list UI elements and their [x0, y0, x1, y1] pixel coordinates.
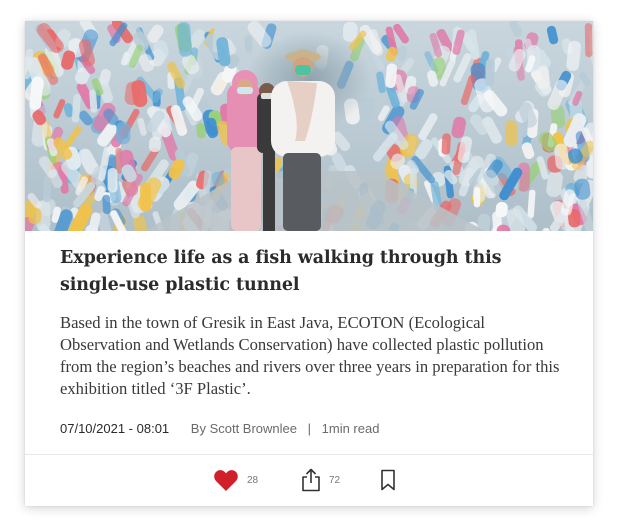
article-headline[interactable]: Experience life as a fish walking throug…	[60, 245, 560, 299]
publish-date: 07/10/2021 - 08:01	[60, 421, 170, 436]
article-meta: 07/10/2021 - 08:01 By Scott Brownlee | 1…	[60, 421, 379, 436]
bottle-texture	[441, 133, 451, 155]
read-time: 1min read	[321, 421, 380, 436]
bottle-texture	[584, 23, 593, 58]
article-card[interactable]: Experience life as a fish walking throug…	[25, 21, 593, 506]
share-icon	[302, 468, 320, 492]
article-hero-image[interactable]	[25, 21, 593, 231]
bottle-texture	[115, 121, 131, 145]
bookmark-icon	[381, 469, 395, 491]
share-button[interactable]: 72	[301, 467, 340, 493]
like-count: 28	[247, 474, 259, 486]
bottle-texture	[102, 194, 111, 215]
bottle-texture	[485, 58, 495, 87]
author-byline[interactable]: By Scott Brownlee	[191, 421, 297, 436]
meta-separator: |	[307, 421, 312, 436]
bottle-texture	[177, 21, 192, 57]
share-count: 72	[329, 474, 341, 486]
heart-icon	[214, 470, 238, 491]
article-summary: Based in the town of Gresik in East Java…	[60, 313, 560, 398]
bookmark-button[interactable]	[380, 467, 396, 493]
visitor-left	[227, 70, 261, 231]
bottle-texture	[148, 136, 162, 153]
like-button[interactable]: 28	[213, 467, 258, 493]
bottle-texture	[473, 187, 481, 208]
bottle-texture	[28, 207, 42, 225]
bottle-texture	[42, 175, 52, 203]
bottle-texture	[505, 120, 518, 147]
bottle-texture	[107, 167, 118, 193]
bottle-texture	[536, 66, 550, 90]
article-actions: 28 72	[25, 455, 593, 506]
